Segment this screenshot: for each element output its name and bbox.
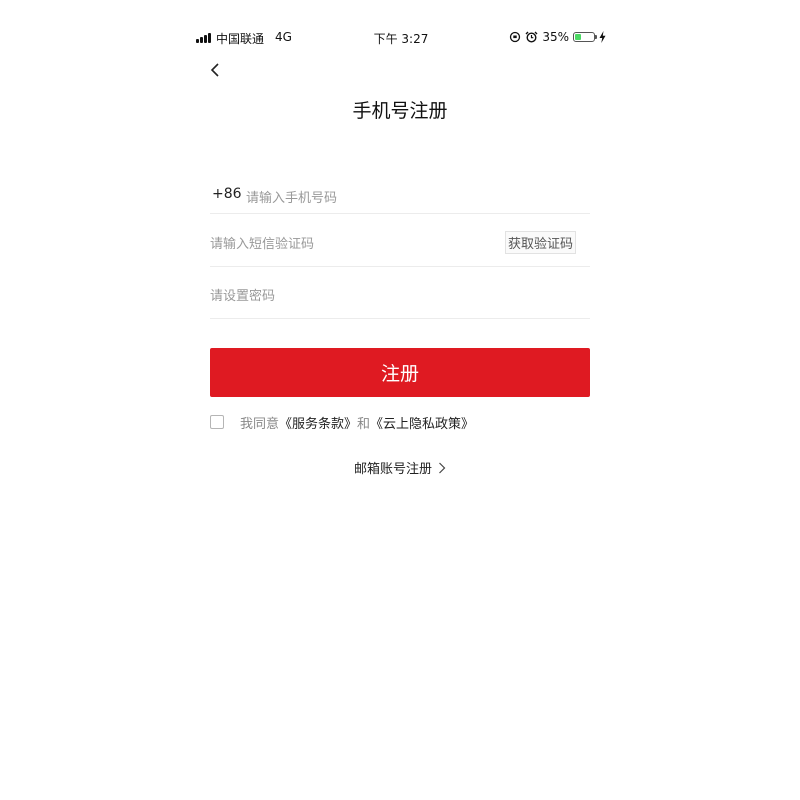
battery-fill xyxy=(575,34,581,40)
charging-icon xyxy=(599,31,606,43)
phone-row: +86 请输入手机号码 xyxy=(210,176,590,214)
password-row: 请设置密码 xyxy=(210,274,590,319)
agreement-row: 我同意 《服务条款》 和 《云上隐私政策》 xyxy=(210,413,474,432)
agreement-prefix: 我同意 xyxy=(240,416,280,432)
password-input[interactable]: 请设置密码 xyxy=(210,285,275,304)
back-button[interactable] xyxy=(206,60,226,80)
email-register-link[interactable]: 邮箱账号注册 xyxy=(200,458,600,477)
agreement-checkbox[interactable] xyxy=(210,415,224,429)
battery-icon xyxy=(573,32,597,42)
page-title: 手机号注册 xyxy=(352,100,448,122)
privacy-link[interactable]: 《云上隐私政策》 xyxy=(370,413,474,432)
terms-link[interactable]: 《服务条款》 xyxy=(279,413,357,432)
chevron-right-icon xyxy=(439,462,446,473)
agreement-and: 和 xyxy=(357,416,371,432)
get-code-button[interactable]: 获取验证码 xyxy=(504,231,576,254)
status-right: 35% xyxy=(509,30,606,44)
phone-input[interactable]: 请输入手机号码 xyxy=(246,187,337,206)
battery-percent: 35% xyxy=(542,30,569,44)
alarm-icon xyxy=(525,31,538,43)
sms-code-input[interactable]: 请输入短信验证码 xyxy=(210,233,314,252)
status-bar: 中国联通 4G 下午 3:27 35% xyxy=(196,28,606,48)
chevron-left-icon xyxy=(210,63,219,77)
email-register-label: 邮箱账号注册 xyxy=(353,462,432,477)
orientation-lock-icon xyxy=(510,31,521,43)
register-button[interactable]: 注册 xyxy=(210,348,590,397)
country-code[interactable]: +86 xyxy=(212,186,242,202)
sms-code-row: 请输入短信验证码 获取验证码 xyxy=(210,222,590,267)
